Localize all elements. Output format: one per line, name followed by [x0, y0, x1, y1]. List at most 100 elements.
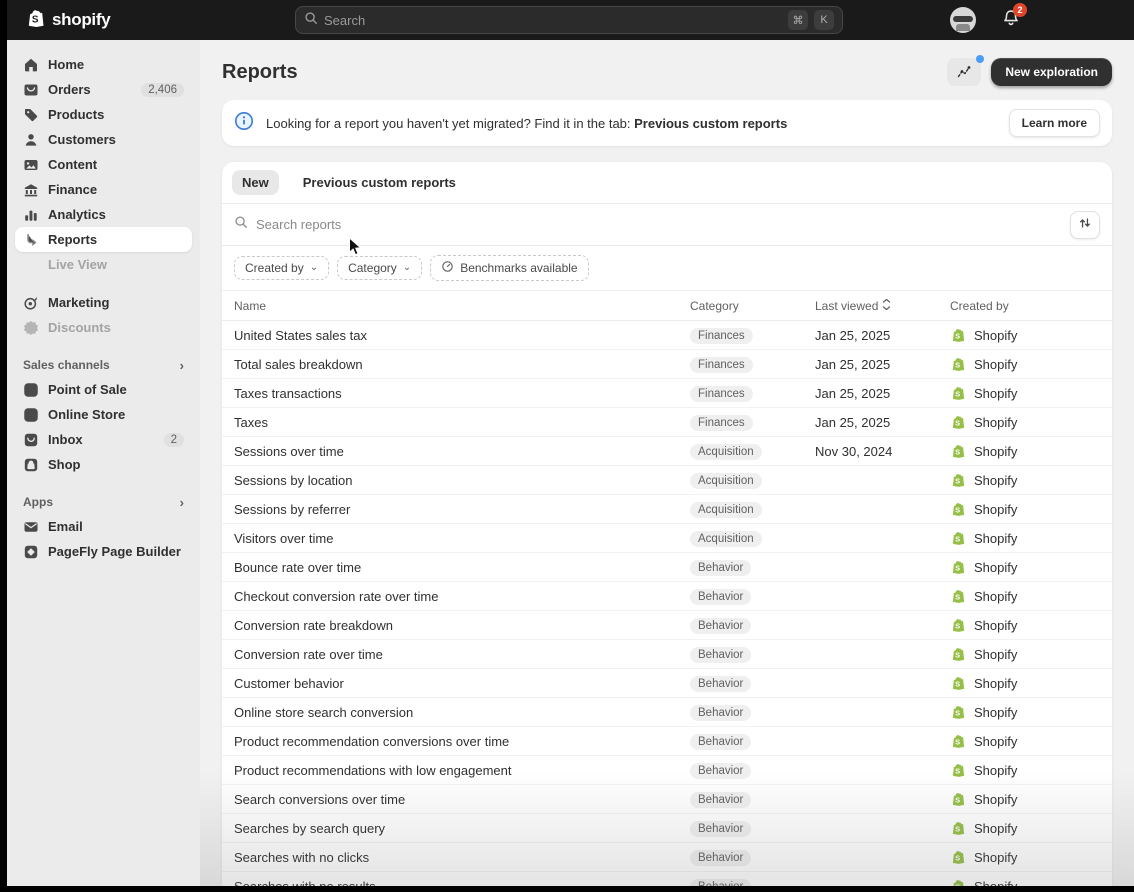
- report-name[interactable]: Searches by search query: [234, 821, 690, 836]
- filter-benchmarks-available[interactable]: Benchmarks available: [430, 255, 588, 281]
- report-name[interactable]: Sessions by location: [234, 473, 690, 488]
- report-name[interactable]: Taxes: [234, 415, 690, 430]
- info-icon: [234, 111, 254, 136]
- creator-name: Shopify: [974, 444, 1017, 459]
- notifications-button[interactable]: 2: [1002, 9, 1020, 32]
- report-name[interactable]: Customer behavior: [234, 676, 690, 691]
- report-name[interactable]: Checkout conversion rate over time: [234, 589, 690, 604]
- table-row-taxes[interactable]: TaxesFinancesJan 25, 2025SShopify: [222, 408, 1112, 437]
- sidebar-item-discounts[interactable]: Discounts: [15, 315, 192, 340]
- column-header-last-viewed[interactable]: Last viewed: [815, 298, 950, 314]
- sidebar-section-apps[interactable]: Apps›: [15, 490, 192, 514]
- shopify-wordmark: shopify: [52, 10, 110, 30]
- report-name[interactable]: Conversion rate breakdown: [234, 618, 690, 633]
- sidebar-item-label: Orders: [48, 82, 91, 97]
- tab-bar: New Previous custom reports: [222, 162, 1112, 204]
- report-name[interactable]: Product recommendation conversions over …: [234, 734, 690, 749]
- shopify-bag-icon: S: [950, 472, 966, 488]
- svg-text:S: S: [955, 418, 960, 427]
- report-name[interactable]: United States sales tax: [234, 328, 690, 343]
- sidebar-item-pagefly-page-builder[interactable]: PageFly Page Builder: [15, 539, 192, 564]
- table-row-conversion-rate-over-time[interactable]: Conversion rate over timeBehaviorSShopif…: [222, 640, 1112, 669]
- table-row-search-conversions-over-time[interactable]: Search conversions over timeBehaviorSSho…: [222, 785, 1112, 814]
- report-name[interactable]: Total sales breakdown: [234, 357, 690, 372]
- sidebar-item-products[interactable]: Products: [15, 102, 192, 127]
- table-row-customer-behavior[interactable]: Customer behaviorBehaviorSShopify: [222, 669, 1112, 698]
- sidebar-item-analytics[interactable]: Analytics: [15, 202, 192, 227]
- report-name[interactable]: Sessions by referrer: [234, 502, 690, 517]
- table-row-checkout-conversion-rate-over-time[interactable]: Checkout conversion rate over timeBehavi…: [222, 582, 1112, 611]
- home-icon: [23, 57, 39, 73]
- table-row-sessions-by-location[interactable]: Sessions by locationAcquisitionSShopify: [222, 466, 1112, 495]
- tab-previous-custom-reports[interactable]: Previous custom reports: [293, 170, 466, 195]
- sidebar-item-orders[interactable]: Orders2,406: [15, 77, 192, 102]
- learn-more-button[interactable]: Learn more: [1009, 109, 1100, 137]
- table-row-bounce-rate-over-time[interactable]: Bounce rate over timeBehaviorSShopify: [222, 553, 1112, 582]
- sort-button[interactable]: [1070, 211, 1100, 239]
- table-row-searches-by-search-query[interactable]: Searches by search queryBehaviorSShopify: [222, 814, 1112, 843]
- sidebar-item-online-store[interactable]: Online Store: [15, 402, 192, 427]
- table-row-sessions-by-referrer[interactable]: Sessions by referrerAcquisitionSShopify: [222, 495, 1112, 524]
- report-name[interactable]: Conversion rate over time: [234, 647, 690, 662]
- table-row-sessions-over-time[interactable]: Sessions over timeAcquisitionNov 30, 202…: [222, 437, 1112, 466]
- sidebar-section-sales-channels[interactable]: Sales channels›: [15, 353, 192, 377]
- new-exploration-button[interactable]: New exploration: [991, 58, 1112, 86]
- filter-category[interactable]: Category⌄: [337, 256, 422, 280]
- report-name[interactable]: Visitors over time: [234, 531, 690, 546]
- table-row-visitors-over-time[interactable]: Visitors over timeAcquisitionSShopify: [222, 524, 1112, 553]
- sidebar-item-customers[interactable]: Customers: [15, 127, 192, 152]
- report-name[interactable]: Taxes transactions: [234, 386, 690, 401]
- report-name[interactable]: Sessions over time: [234, 444, 690, 459]
- sidebar-item-point-of-sale[interactable]: Point of Sale: [15, 377, 192, 402]
- sidebar-item-label: Discounts: [48, 320, 111, 335]
- reports-search-input[interactable]: [256, 217, 1062, 232]
- sidebar-item-email[interactable]: Email: [15, 514, 192, 539]
- table-row-searches-with-no-results[interactable]: Searches with no resultsBehaviorSShopify: [222, 872, 1112, 886]
- shopify-logo[interactable]: S shopify: [25, 7, 110, 34]
- creator-name: Shopify: [974, 734, 1017, 749]
- shopify-bag-icon: S: [950, 356, 966, 372]
- sidebar-item-inbox[interactable]: Inbox2: [15, 427, 192, 452]
- exploration-insights-button[interactable]: [947, 58, 981, 86]
- filter-created-by[interactable]: Created by⌄: [234, 256, 329, 280]
- report-name[interactable]: Bounce rate over time: [234, 560, 690, 575]
- creator-name: Shopify: [974, 763, 1017, 778]
- report-name[interactable]: Searches with no clicks: [234, 850, 690, 865]
- report-name[interactable]: Online store search conversion: [234, 705, 690, 720]
- sidebar-item-finance[interactable]: Finance: [15, 177, 192, 202]
- table-row-searches-with-no-clicks[interactable]: Searches with no clicksBehaviorSShopify: [222, 843, 1112, 872]
- sidebar-item-label: Point of Sale: [48, 382, 127, 397]
- creator-name: Shopify: [974, 328, 1017, 343]
- table-row-total-sales-breakdown[interactable]: Total sales breakdownFinancesJan 25, 202…: [222, 350, 1112, 379]
- created-by-cell: SShopify: [950, 530, 1100, 546]
- table-row-product-recommendation-conversions-over-time[interactable]: Product recommendation conversions over …: [222, 727, 1112, 756]
- shopify-bag-icon: S: [950, 791, 966, 807]
- svg-text:S: S: [955, 853, 960, 862]
- store-avatar[interactable]: [950, 7, 976, 33]
- table-row-product-recommendations-with-low-engagement[interactable]: Product recommendations with low engagem…: [222, 756, 1112, 785]
- orders-icon: [23, 82, 39, 98]
- category-badge: Behavior: [690, 734, 751, 750]
- global-search-input[interactable]: [324, 13, 782, 28]
- table-row-conversion-rate-breakdown[interactable]: Conversion rate breakdownBehaviorSShopif…: [222, 611, 1112, 640]
- benchmark-gauge-icon: [441, 260, 454, 276]
- table-row-united-states-sales-tax[interactable]: United States sales taxFinancesJan 25, 2…: [222, 321, 1112, 350]
- sidebar-item-reports[interactable]: Reports: [15, 227, 192, 252]
- svg-text:S: S: [955, 360, 960, 369]
- table-row-taxes-transactions[interactable]: Taxes transactionsFinancesJan 25, 2025SS…: [222, 379, 1112, 408]
- sidebar-item-shop[interactable]: Shop: [15, 452, 192, 477]
- sidebar-item-content[interactable]: Content: [15, 152, 192, 177]
- sidebar-item-live-view[interactable]: Live View: [15, 252, 192, 277]
- global-search-bar[interactable]: ⌘ K: [295, 6, 843, 34]
- report-name[interactable]: Product recommendations with low engagem…: [234, 763, 690, 778]
- report-name[interactable]: Searches with no results: [234, 879, 690, 887]
- tab-new[interactable]: New: [232, 170, 279, 195]
- customers-icon: [23, 132, 39, 148]
- report-name[interactable]: Search conversions over time: [234, 792, 690, 807]
- sidebar-item-home[interactable]: Home: [15, 52, 192, 77]
- sidebar-item-label: Email: [48, 519, 83, 534]
- table-row-online-store-search-conversion[interactable]: Online store search conversionBehaviorSS…: [222, 698, 1112, 727]
- shopify-bag-logo-icon: S: [25, 7, 46, 34]
- svg-text:S: S: [955, 650, 960, 659]
- sidebar-item-marketing[interactable]: Marketing: [15, 290, 192, 315]
